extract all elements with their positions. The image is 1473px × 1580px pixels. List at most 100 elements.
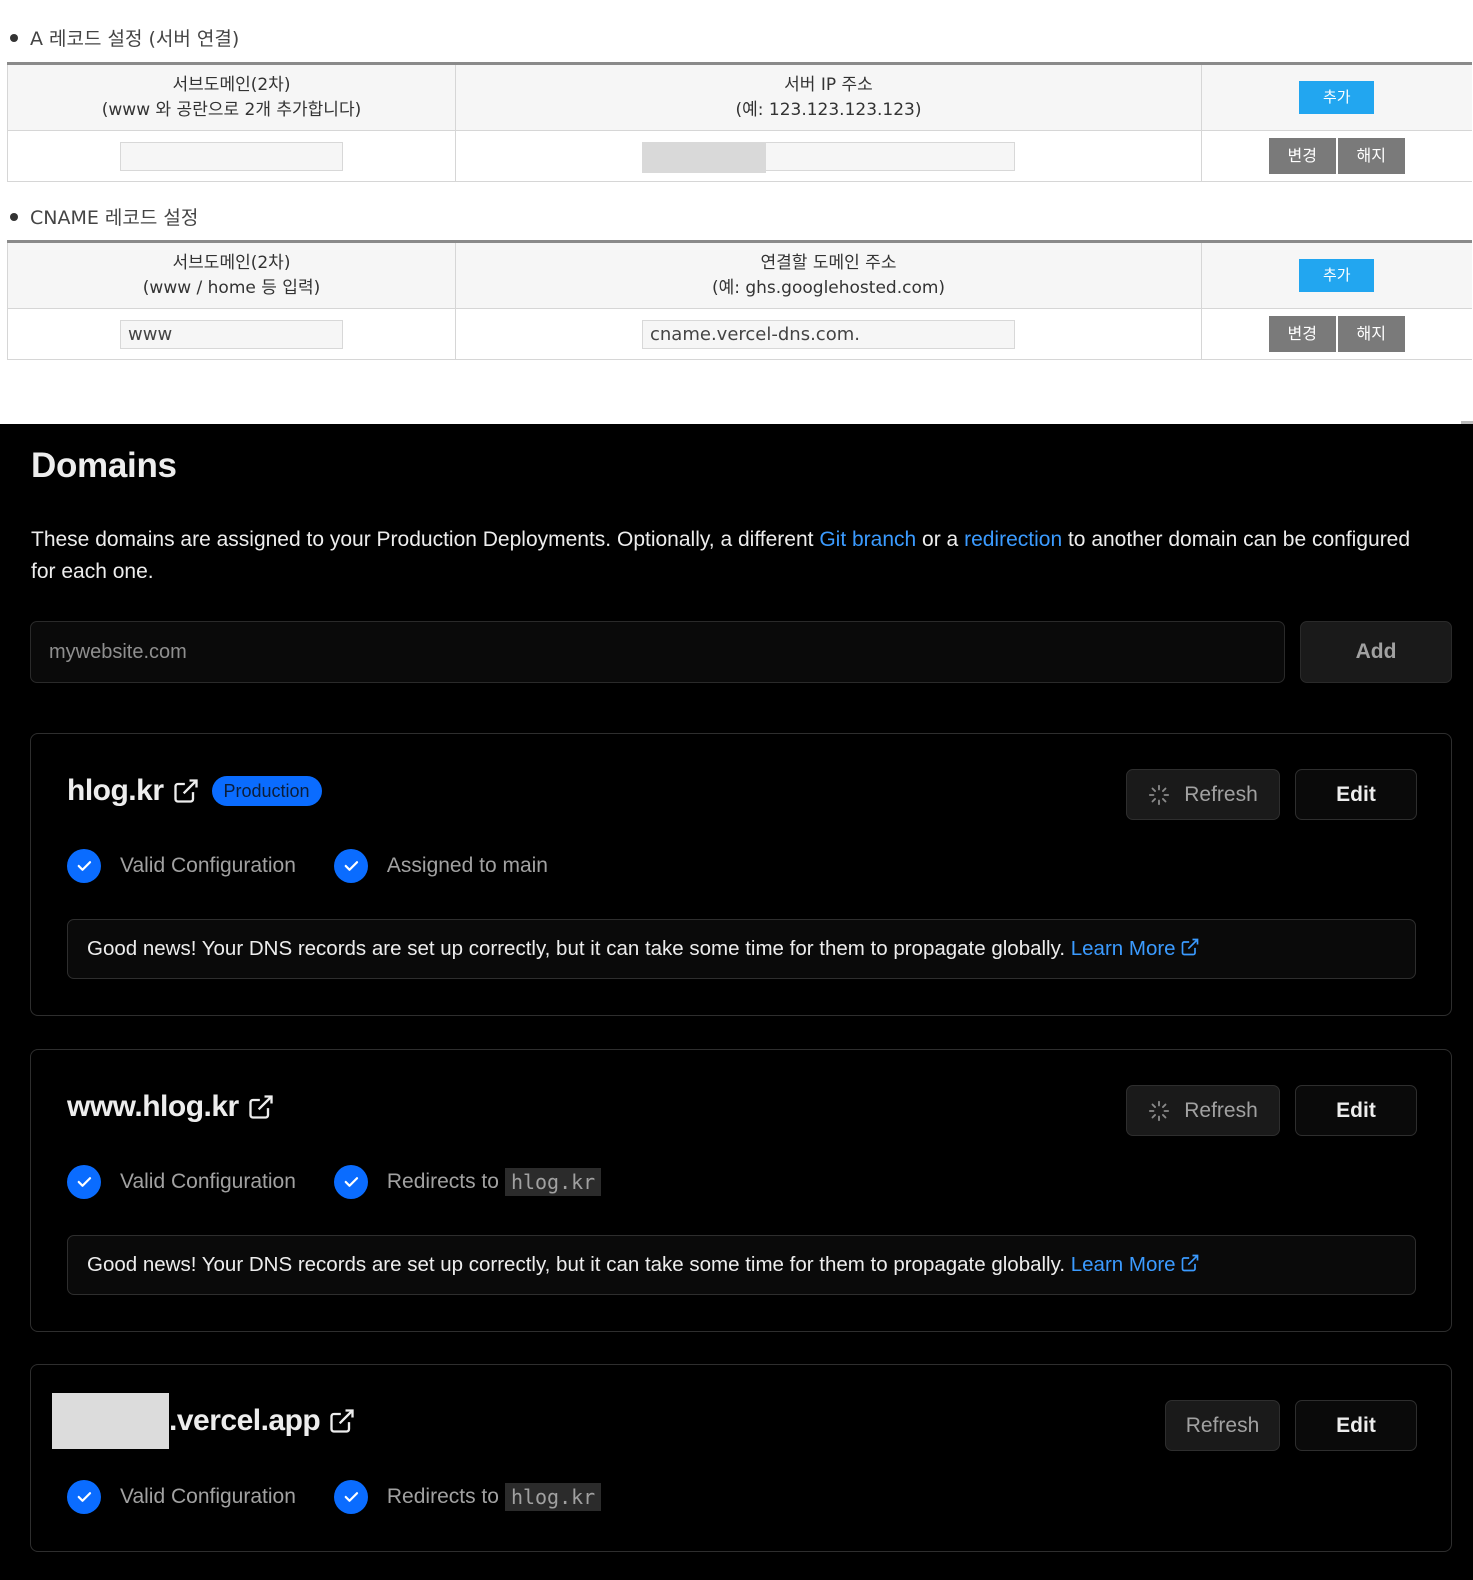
bullet-icon — [10, 212, 18, 221]
a-subdomain-input[interactable] — [120, 141, 343, 171]
a-col-ip-header: 서버 IP 주소 (예: 123.123.123.123) — [455, 63, 1202, 131]
cname-col-target-header: 연결할 도메인 주소 (예: ghs.googlehosted.com) — [455, 241, 1202, 309]
redaction-mask — [642, 141, 766, 173]
a-ip-input[interactable] — [642, 141, 1015, 173]
check-circle-icon — [67, 849, 101, 883]
add-domain-button[interactable]: Add — [1300, 621, 1452, 683]
valid-configuration-status: Valid Configuration — [67, 1165, 296, 1199]
dns-notice: Good news! Your DNS records are set up c… — [67, 1235, 1416, 1295]
domain-name-link[interactable]: hlog.kr — [67, 774, 164, 808]
a-record-table: 서브도메인(2차) (www 와 공란으로 2개 추가합니다) 서버 IP 주소… — [7, 62, 1472, 182]
external-link-icon[interactable] — [172, 777, 200, 805]
cname-row-subdomain-cell: www — [7, 308, 456, 360]
a-col-subdomain-header: 서브도메인(2차) (www 와 공란으로 2개 추가합니다) — [7, 63, 456, 131]
refresh-button[interactable]: Refresh — [1165, 1400, 1280, 1451]
cname-record-table: 서브도메인(2차) (www / home 등 입력) 연결할 도메인 주소 (… — [7, 240, 1472, 360]
valid-configuration-status: Valid Configuration — [67, 849, 296, 883]
status-label: Valid Configuration — [120, 1485, 296, 1508]
status-label: Redirects to — [386, 1485, 499, 1508]
cname-col-subdomain-header: 서브도메인(2차) (www / home 등 입력) — [7, 241, 456, 309]
git-branch-link[interactable]: Git branch — [819, 528, 916, 551]
cname-subdomain-input[interactable]: www — [120, 319, 343, 349]
spinner-icon — [1148, 1100, 1170, 1122]
a-col1-line2: (www 와 공란으로 2개 추가합니다) — [101, 99, 362, 120]
notice-text: Good news! Your DNS records are set up c… — [87, 937, 1066, 960]
a-row-ip-cell — [455, 130, 1202, 182]
refresh-button[interactable]: Refresh — [1126, 1085, 1280, 1136]
cname-record-change-button[interactable]: 변경 — [1268, 316, 1336, 352]
domain-card: .vercel.app Refresh Edit Valid Configura… — [30, 1364, 1452, 1552]
page-title: Domains — [31, 446, 177, 485]
a-row-subdomain-cell — [7, 130, 456, 182]
domains-description: These domains are assigned to your Produ… — [31, 524, 1431, 588]
check-circle-icon — [333, 849, 368, 883]
a-col2-line2: (예: 123.123.123.123) — [735, 99, 922, 120]
status-row: Valid Configuration Redirects to hlog.kr — [67, 1480, 639, 1514]
a-col1-line1: 서브도메인(2차) — [172, 74, 291, 95]
domain-card: hlog.kr Production Refresh Edit Valid Co… — [30, 733, 1452, 1016]
production-badge: Production — [211, 776, 322, 806]
desc-text-1: These domains are assigned to your Produ… — [31, 528, 820, 551]
refresh-label: Refresh — [1184, 782, 1258, 806]
external-link-icon[interactable] — [328, 1407, 356, 1435]
a-row-actions-cell: 변경 해지 — [1201, 130, 1472, 182]
check-circle-icon — [333, 1165, 368, 1199]
domain-card: www.hlog.kr Refresh Edit Valid Configura… — [30, 1049, 1452, 1332]
domain-title: www.hlog.kr — [67, 1090, 275, 1124]
domain-name-link[interactable]: www.hlog.kr — [67, 1090, 239, 1124]
cname-col2-line1: 연결할 도메인 주소 — [760, 252, 897, 273]
check-circle-icon — [67, 1165, 101, 1199]
a-col2-line1: 서버 IP 주소 — [784, 74, 873, 95]
learn-more-link[interactable]: Learn More — [1071, 1253, 1200, 1276]
a-record-section-title: A 레코드 설정 (서버 연결) — [10, 24, 239, 51]
edit-button[interactable]: Edit — [1295, 1400, 1417, 1451]
redirect-target-code: hlog.kr — [504, 1168, 602, 1196]
cname-row-target-cell: cname.vercel-dns.com. — [455, 308, 1202, 360]
domains-panel: Domains These domains are assigned to yo… — [0, 424, 1473, 1580]
cname-record-add-button[interactable]: 추가 — [1299, 259, 1375, 292]
cname-col1-line2: (www / home 등 입력) — [142, 277, 321, 298]
notice-text: Good news! Your DNS records are set up c… — [87, 1253, 1066, 1276]
cname-col2-line2: (예: ghs.googlehosted.com) — [711, 277, 946, 298]
a-record-title-text: A 레코드 설정 (서버 연결) — [30, 28, 240, 50]
domain-input[interactable]: mywebsite.com — [30, 621, 1285, 683]
status-label: Valid Configuration — [120, 1170, 296, 1193]
a-record-change-button[interactable]: 변경 — [1268, 138, 1336, 174]
a-record-add-button[interactable]: 추가 — [1299, 81, 1375, 114]
status-label: Valid Configuration — [120, 854, 296, 877]
cname-record-title-text: CNAME 레코드 설정 — [30, 207, 199, 229]
domain-name-link[interactable]: .vercel.app — [169, 1404, 321, 1438]
refresh-label: Refresh — [1184, 1098, 1258, 1122]
status-label: Assigned to main — [386, 854, 548, 877]
cname-col-actions-header: 추가 — [1201, 241, 1472, 309]
redirect-target-code: hlog.kr — [504, 1483, 602, 1511]
assigned-branch-status: Assigned to main — [333, 849, 548, 883]
external-link-icon — [1181, 938, 1198, 956]
learn-more-label: Learn More — [1070, 937, 1176, 960]
dns-settings-panel: A 레코드 설정 (서버 연결) 서브도메인(2차) (www 와 공란으로 2… — [0, 0, 1473, 425]
cname-row-actions-cell: 변경 해지 — [1201, 308, 1472, 360]
edit-button[interactable]: Edit — [1295, 1085, 1417, 1136]
redaction-mask — [52, 1393, 169, 1449]
status-row: Valid Configuration Redirects to hlog.kr — [67, 1165, 639, 1199]
check-circle-icon — [67, 1480, 101, 1514]
redirect-status: Redirects to hlog.kr — [333, 1480, 602, 1514]
domain-title: .vercel.app — [52, 1393, 356, 1449]
a-record-remove-button[interactable]: 해지 — [1337, 138, 1405, 174]
valid-configuration-status: Valid Configuration — [67, 1480, 296, 1514]
dns-notice: Good news! Your DNS records are set up c… — [67, 919, 1416, 979]
cname-col1-line1: 서브도메인(2차) — [172, 252, 291, 273]
cname-target-input[interactable]: cname.vercel-dns.com. — [642, 319, 1015, 349]
desc-text-2: or a — [916, 528, 965, 551]
spinner-icon — [1148, 784, 1170, 806]
bullet-icon — [10, 33, 18, 42]
learn-more-label: Learn More — [1070, 1253, 1176, 1276]
check-circle-icon — [333, 1480, 368, 1514]
status-label: Redirects to — [386, 1170, 499, 1193]
refresh-button[interactable]: Refresh — [1126, 769, 1280, 820]
cname-record-remove-button[interactable]: 해지 — [1337, 316, 1405, 352]
external-link-icon[interactable] — [247, 1093, 275, 1121]
edit-button[interactable]: Edit — [1295, 769, 1417, 820]
redirection-link[interactable]: redirection — [964, 528, 1062, 551]
learn-more-link[interactable]: Learn More — [1071, 937, 1200, 960]
